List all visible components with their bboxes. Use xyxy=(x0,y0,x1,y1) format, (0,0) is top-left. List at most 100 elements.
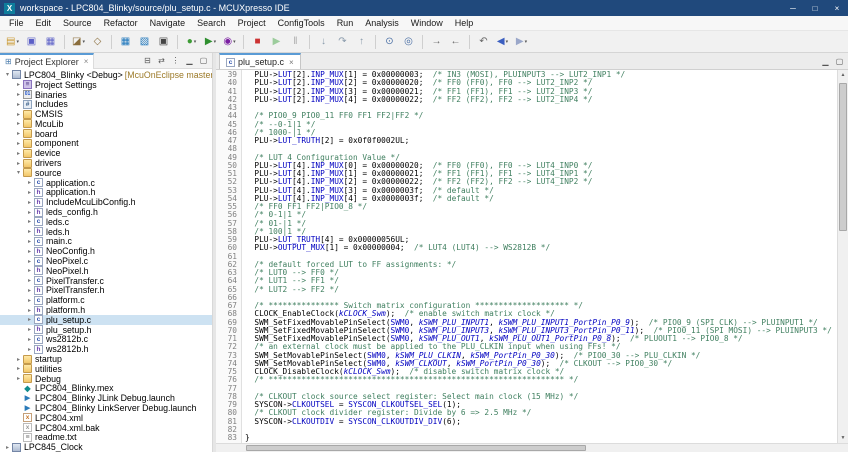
tree-item-utilities[interactable]: ▸utilities xyxy=(0,364,212,374)
tree-item-lpc804-xml[interactable]: xLPC804.xml xyxy=(0,413,212,423)
tree-item-neoconfig-h[interactable]: ▸hNeoConfig.h xyxy=(0,246,212,256)
expander-icon[interactable]: ▸ xyxy=(25,228,34,235)
scroll-up-icon[interactable]: ▲ xyxy=(838,70,848,80)
horizontal-scroll-thumb[interactable] xyxy=(246,445,586,451)
minimize-editor-icon[interactable]: ▁ xyxy=(820,57,831,66)
open-element-button[interactable]: ◎ xyxy=(400,33,417,51)
expander-icon[interactable]: ▸ xyxy=(25,316,34,323)
code-line-42[interactable]: PLU->LUT[2].INP_MUX[4] = 0x00000022; /* … xyxy=(245,96,837,104)
clean-button[interactable]: ◇ xyxy=(89,33,106,51)
tree-item-drivers[interactable]: ▸drivers xyxy=(0,158,212,168)
code-line-55[interactable]: /* FF0 FF1 FF2|PIO0_8 */ xyxy=(245,203,837,211)
menu-edit[interactable]: Edit xyxy=(30,16,58,30)
tree-item-lpc845-clock[interactable]: ▸LPC845_Clock xyxy=(0,442,212,452)
search-button[interactable]: ⊙ xyxy=(381,33,398,51)
back-button[interactable]: ◀▾ xyxy=(494,33,511,51)
resume-button[interactable]: ▶ xyxy=(268,33,285,51)
code-line-83[interactable]: } xyxy=(245,434,837,442)
expander-icon[interactable]: ▸ xyxy=(14,130,23,137)
expander-icon[interactable]: ▸ xyxy=(14,81,23,88)
expander-icon[interactable]: ▸ xyxy=(25,326,34,333)
tree-item-debug[interactable]: ▸Debug xyxy=(0,374,212,384)
tree-item-startup[interactable]: ▸startup xyxy=(0,354,212,364)
menu-help[interactable]: Help xyxy=(449,16,480,30)
collapse-all-icon[interactable]: ⊟ xyxy=(142,56,153,65)
tree-item-cmsis[interactable]: ▸CMSIS xyxy=(0,109,212,119)
minimize-button[interactable]: ─ xyxy=(782,0,804,16)
tree-item-leds-h[interactable]: ▸hleds.h xyxy=(0,227,212,237)
close-button[interactable]: × xyxy=(826,0,848,16)
tree-item-neopixel-h[interactable]: ▸hNeoPixel.h xyxy=(0,266,212,276)
expander-icon[interactable]: ▸ xyxy=(25,346,34,353)
expander-icon[interactable]: ▸ xyxy=(25,307,34,314)
code-line-45[interactable]: /* --0-1|1 */ xyxy=(245,121,837,129)
save-all-button[interactable]: ▦ xyxy=(42,33,59,51)
tree-item-project-settings[interactable]: ▸≡Project Settings xyxy=(0,80,212,90)
tree-item-includemculibconfig-h[interactable]: ▸hIncludeMcuLibConfig.h xyxy=(0,197,212,207)
expander-icon[interactable]: ▸ xyxy=(14,356,23,363)
vertical-scrollbar[interactable]: ▲ ▼ xyxy=(837,70,848,443)
expander-icon[interactable]: ▸ xyxy=(25,199,34,206)
scroll-down-icon[interactable]: ▼ xyxy=(838,433,848,443)
debug-button[interactable]: ●▾ xyxy=(183,33,200,51)
expander-icon[interactable]: ▸ xyxy=(14,365,23,372)
tree-item-includes[interactable]: ▸#Includes xyxy=(0,99,212,109)
expander-icon[interactable]: ▸ xyxy=(25,248,34,255)
menu-navigate[interactable]: Navigate xyxy=(144,16,192,30)
tree-item-plu-setup-c[interactable]: ▸cplu_setup.c xyxy=(0,315,212,325)
tree-item-application-c[interactable]: ▸capplication.c xyxy=(0,178,212,188)
expander-icon[interactable]: ▸ xyxy=(3,444,12,451)
close-view-icon[interactable]: × xyxy=(84,57,89,66)
menu-configtools[interactable]: ConfigTools xyxy=(272,16,331,30)
tree-item-device[interactable]: ▸device xyxy=(0,148,212,158)
profile-button[interactable]: ◉▾ xyxy=(221,33,238,51)
menu-file[interactable]: File xyxy=(3,16,30,30)
last-edit-location-button[interactable]: ↶ xyxy=(475,33,492,51)
menu-analysis[interactable]: Analysis xyxy=(359,16,405,30)
expander-icon[interactable]: ▸ xyxy=(25,258,34,265)
menu-source[interactable]: Source xyxy=(57,16,98,30)
expander-icon[interactable]: ▸ xyxy=(25,238,34,245)
tree-item-binaries[interactable]: ▸01Binaries xyxy=(0,90,212,100)
code-line-82[interactable] xyxy=(245,426,837,434)
code-line-57[interactable]: /* 01-|1 */ xyxy=(245,220,837,228)
tab-project-explorer[interactable]: ⊞ Project Explorer × xyxy=(0,53,94,69)
maximize-view-icon[interactable]: ▢ xyxy=(198,56,209,65)
expander-icon[interactable]: ▾ xyxy=(3,71,12,78)
next-annotation-button[interactable]: → xyxy=(428,33,445,51)
close-tab-icon[interactable]: × xyxy=(289,58,294,67)
run-button[interactable]: ▶▾ xyxy=(202,33,219,51)
suspend-button[interactable]: ‖ xyxy=(287,33,304,51)
tree-item-main-c[interactable]: ▸cmain.c xyxy=(0,237,212,247)
tree-item-lpc804-xml-bak[interactable]: xLPC804.xml.bak xyxy=(0,423,212,433)
menu-refactor[interactable]: Refactor xyxy=(98,16,144,30)
terminate-button[interactable]: ■ xyxy=(249,33,266,51)
tree-item-platform-c[interactable]: ▸cplatform.c xyxy=(0,295,212,305)
expander-icon[interactable]: ▸ xyxy=(14,91,23,98)
maximize-editor-icon[interactable]: ▢ xyxy=(834,57,845,66)
tree-item-lpc804-blinky-debug[interactable]: ▾LPC804_Blinky <Debug>[McuOnEclipse mast… xyxy=(0,70,212,80)
tree-item-source[interactable]: ▾source xyxy=(0,168,212,178)
tree-item-ws2812b-h[interactable]: ▸hws2812b.h xyxy=(0,344,212,354)
gui-flash-tool-button[interactable]: ▧ xyxy=(136,33,153,51)
menu-run[interactable]: Run xyxy=(331,16,360,30)
step-return-button[interactable]: ↑ xyxy=(353,33,370,51)
tab-plu-setup-c[interactable]: c plu_setup.c × xyxy=(219,53,301,69)
code-line-44[interactable]: /* PIO0_9 PIO0_11 FF0 FF1 FF2|FF2 */ xyxy=(245,112,837,120)
expander-icon[interactable]: ▸ xyxy=(25,297,34,304)
tree-item-leds-config-h[interactable]: ▸hleds_config.h xyxy=(0,207,212,217)
build-hammer-button[interactable]: ◪▾ xyxy=(70,33,87,51)
tree-item-component[interactable]: ▸component xyxy=(0,139,212,149)
menu-project[interactable]: Project xyxy=(232,16,272,30)
code-view[interactable]: PLU->LUT[2].INP_MUX[1] = 0x00000003; /* … xyxy=(242,70,837,443)
tree-item-lpc804-blinky-linkserver-debug-launch[interactable]: ▶LPC804_Blinky LinkServer Debug.launch xyxy=(0,403,212,413)
code-line-47[interactable]: PLU->LUT_TRUTH[2] = 0x0f0f0002UL; xyxy=(245,137,837,145)
flash-programmer-button[interactable]: ▦ xyxy=(117,33,134,51)
new-wizard-button[interactable]: ▤▾ xyxy=(4,33,21,51)
expander-icon[interactable]: ▸ xyxy=(25,218,34,225)
expander-icon[interactable]: ▸ xyxy=(14,120,23,127)
save-button[interactable]: ▣ xyxy=(23,33,40,51)
view-menu-icon[interactable]: ⋮ xyxy=(170,56,181,65)
code-line-81[interactable]: SYSCON->CLKOUTDIV = SYSCON_CLKOUTDIV_DIV… xyxy=(245,418,837,426)
expander-icon[interactable]: ▸ xyxy=(14,111,23,118)
